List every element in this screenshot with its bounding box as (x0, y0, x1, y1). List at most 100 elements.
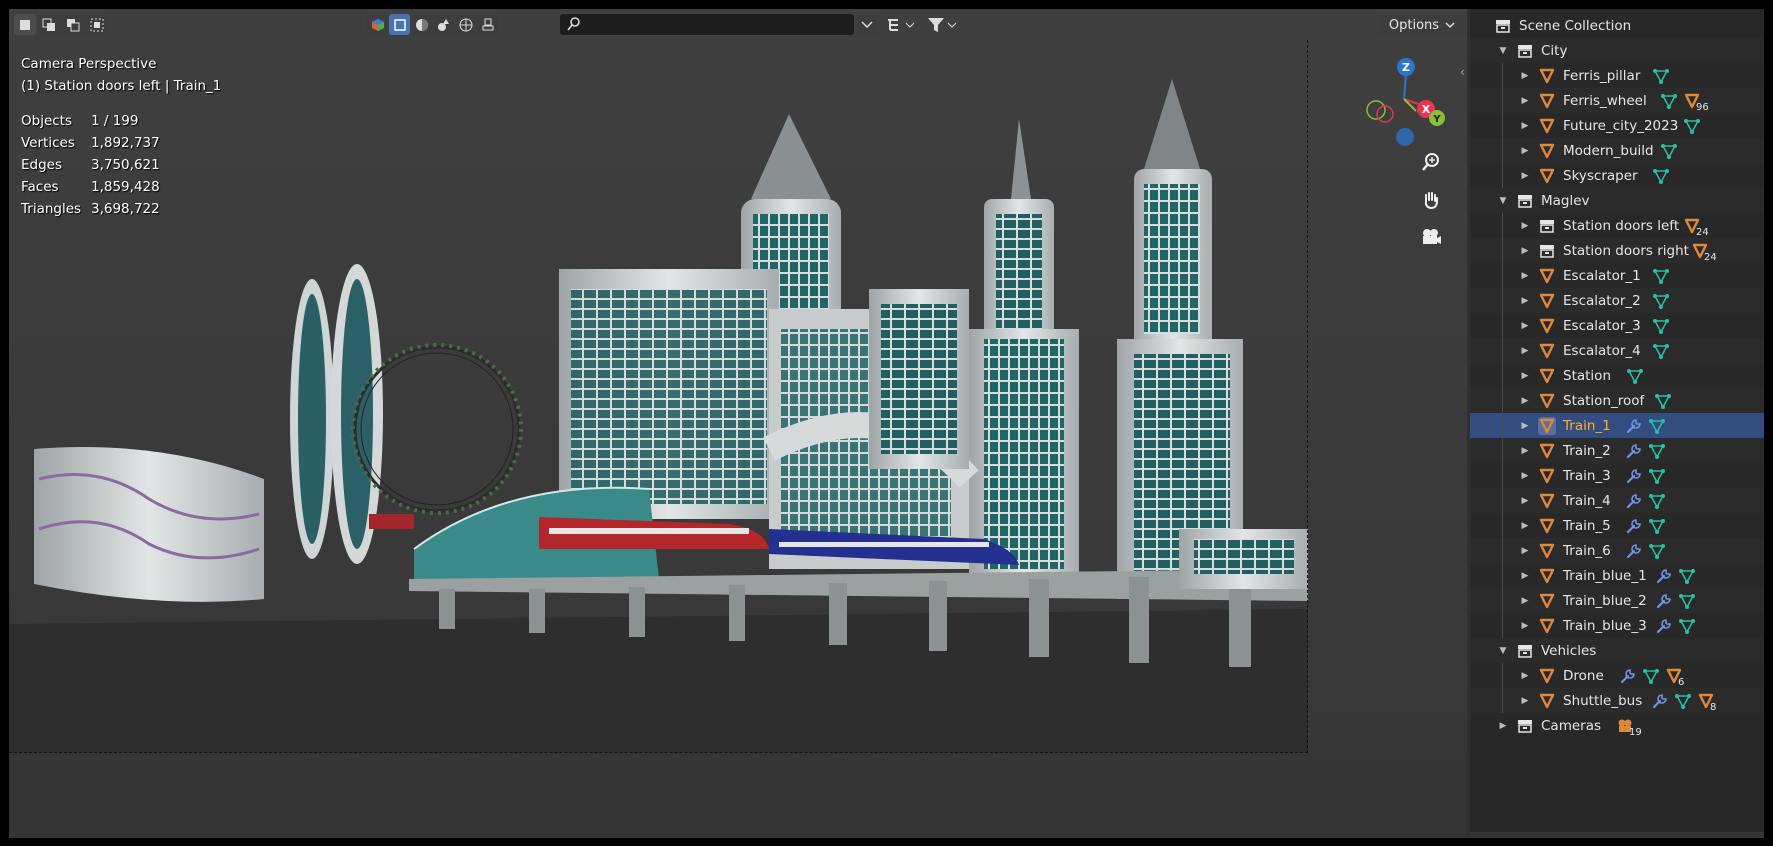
pan-hand-icon[interactable] (1416, 185, 1446, 215)
expand-right-icon[interactable]: ▶ (1519, 296, 1531, 306)
object-types-visibility-icon[interactable] (367, 14, 388, 35)
mesh-data-icon[interactable] (1648, 543, 1666, 559)
modifier-wrench-icon[interactable] (1626, 493, 1642, 509)
expand-right-icon[interactable]: ▶ (1519, 671, 1531, 681)
outliner-scrollbar[interactable] (1470, 832, 1764, 838)
3d-viewport[interactable]: Options Camera Perspective (1) Station d… (9, 9, 1467, 838)
options-dropdown[interactable]: Options (1378, 14, 1466, 36)
mesh-data-icon[interactable] (1674, 693, 1692, 709)
outliner-object[interactable]: ▶ Train_1 (1470, 413, 1764, 438)
shading-material-icon[interactable] (433, 14, 454, 35)
expand-right-icon[interactable]: ▶ (1519, 696, 1531, 706)
modifier-wrench-icon[interactable] (1656, 568, 1672, 584)
mesh-data-icon[interactable] (1648, 468, 1666, 484)
select-mode-group[interactable] (14, 14, 108, 35)
modifier-wrench-icon[interactable] (1626, 468, 1642, 484)
mesh-data-icon[interactable] (1678, 593, 1696, 609)
camera-view-icon[interactable] (1416, 222, 1446, 252)
display-mode-tree-icon[interactable] (882, 14, 920, 35)
expand-right-icon[interactable]: ▶ (1519, 421, 1531, 431)
outliner-object[interactable]: ▶ Train_blue_1 (1470, 563, 1764, 588)
mesh-data-icon[interactable] (1648, 518, 1666, 534)
shading-rendered-icon[interactable] (455, 14, 476, 35)
outliner-object[interactable]: ▶ Station (1470, 363, 1764, 388)
mesh-data-icon[interactable] (1652, 68, 1670, 84)
zoom-icon[interactable] (1416, 147, 1446, 177)
negative-z-axis-icon[interactable] (1396, 128, 1414, 146)
mesh-data-icon[interactable] (1683, 118, 1701, 134)
outliner-object[interactable]: ▶ Escalator_4 (1470, 338, 1764, 363)
outliner-object[interactable]: ▶ Shuttle_bus 8 (1470, 688, 1764, 713)
mesh-data-icon[interactable] (1652, 268, 1670, 284)
expand-right-icon[interactable]: ▶ (1519, 446, 1531, 456)
modifier-wrench-icon[interactable] (1626, 518, 1642, 534)
mesh-data-icon[interactable] (1652, 343, 1670, 359)
mesh-data-icon[interactable] (1678, 618, 1696, 634)
outliner-object[interactable]: ▶ Ferris_pillar (1470, 63, 1764, 88)
outliner-object[interactable]: ▶ Train_6 (1470, 538, 1764, 563)
negative-y-axis-icon[interactable] (1366, 100, 1386, 120)
outliner-object[interactable]: ▶ Escalator_3 (1470, 313, 1764, 338)
expand-right-icon[interactable]: ▶ (1519, 146, 1531, 156)
camera-objects-icon[interactable]: 19 (1617, 718, 1642, 738)
outliner-object[interactable]: ▶ Modern_build (1470, 138, 1764, 163)
outliner-object[interactable]: ▶ Train_5 (1470, 513, 1764, 538)
outliner-object[interactable]: ▶ Train_blue_3 (1470, 613, 1764, 638)
expand-right-icon[interactable]: ▶ (1519, 371, 1531, 381)
outliner-object[interactable]: ▶ Ferris_wheel 96 (1470, 88, 1764, 113)
expand-right-icon[interactable]: ▶ (1519, 496, 1531, 506)
expand-right-icon[interactable]: ▶ (1519, 246, 1531, 256)
mesh-data-icon[interactable] (1652, 168, 1670, 184)
expand-right-icon[interactable]: ▶ (1519, 571, 1531, 581)
outliner-scene-collection[interactable]: Scene Collection (1470, 13, 1764, 38)
expand-right-icon[interactable]: ▶ (1519, 521, 1531, 531)
modifier-wrench-icon[interactable] (1626, 418, 1642, 434)
expand-right-icon[interactable]: ▶ (1519, 396, 1531, 406)
outliner-object[interactable]: ▶ Escalator_1 (1470, 263, 1764, 288)
mesh-data-icon[interactable] (1648, 443, 1666, 459)
mesh-data-icon[interactable] (1678, 568, 1696, 584)
chevron-left-icon[interactable]: ‹ (1460, 65, 1465, 79)
modifier-wrench-icon[interactable] (1626, 543, 1642, 559)
modifier-wrench-icon[interactable] (1656, 618, 1672, 634)
shading-solid-icon[interactable] (411, 14, 432, 35)
expand-right-icon[interactable]: ▶ (1519, 171, 1531, 181)
expand-right-icon[interactable]: ▶ (1519, 221, 1531, 231)
outliner-object[interactable]: ▶ Future_city_2023 (1470, 113, 1764, 138)
outliner-object[interactable]: ▶ Train_3 (1470, 463, 1764, 488)
child-objects-icon[interactable]: 96 (1684, 93, 1709, 113)
outliner-collection[interactable]: ▼ Vehicles (1470, 638, 1764, 663)
outliner-panel[interactable]: Scene Collection ▼ City ▶ Ferris_pillar ▶ Ferr… (1470, 9, 1764, 838)
select-subtract-icon[interactable] (62, 14, 84, 35)
expand-right-icon[interactable]: ▶ (1519, 346, 1531, 356)
shading-wireframe-solid-icon[interactable] (389, 14, 410, 35)
child-objects-icon[interactable]: 8 (1698, 693, 1716, 713)
expand-right-icon[interactable]: ▶ (1519, 71, 1531, 81)
outliner-object[interactable]: ▶ Train_blue_2 (1470, 588, 1764, 613)
mesh-data-icon[interactable] (1660, 143, 1678, 159)
outliner-object[interactable]: ▶ Escalator_2 (1470, 288, 1764, 313)
expand-right-icon[interactable]: ▶ (1519, 96, 1531, 106)
mesh-data-icon[interactable] (1626, 368, 1644, 384)
outliner-collection[interactable]: ▼ City (1470, 38, 1764, 63)
select-new-icon[interactable] (14, 14, 36, 35)
expand-down-icon[interactable]: ▼ (1497, 646, 1509, 656)
modifier-wrench-icon[interactable] (1626, 443, 1642, 459)
expand-right-icon[interactable]: ▶ (1519, 321, 1531, 331)
mesh-data-icon[interactable] (1660, 93, 1678, 109)
expand-down-icon[interactable]: ▼ (1497, 46, 1509, 56)
expand-right-icon[interactable]: ▶ (1519, 621, 1531, 631)
shading-options-brush-icon[interactable] (477, 14, 498, 35)
outliner-object[interactable]: ▶ Drone 6 (1470, 663, 1764, 688)
modifier-wrench-icon[interactable] (1620, 668, 1636, 684)
mesh-data-icon[interactable] (1652, 318, 1670, 334)
expand-right-icon[interactable]: ▶ (1519, 471, 1531, 481)
outliner-object[interactable]: ▶ Train_2 (1470, 438, 1764, 463)
outliner-object[interactable]: ▶ Train_4 (1470, 488, 1764, 513)
expand-right-icon[interactable]: ▶ (1519, 121, 1531, 131)
viewport-search-input[interactable] (560, 14, 854, 35)
expand-down-icon[interactable]: ▼ (1497, 196, 1509, 206)
chevron-down-icon[interactable] (857, 14, 877, 35)
child-objects-icon[interactable]: 6 (1666, 668, 1684, 688)
mesh-data-icon[interactable] (1648, 493, 1666, 509)
